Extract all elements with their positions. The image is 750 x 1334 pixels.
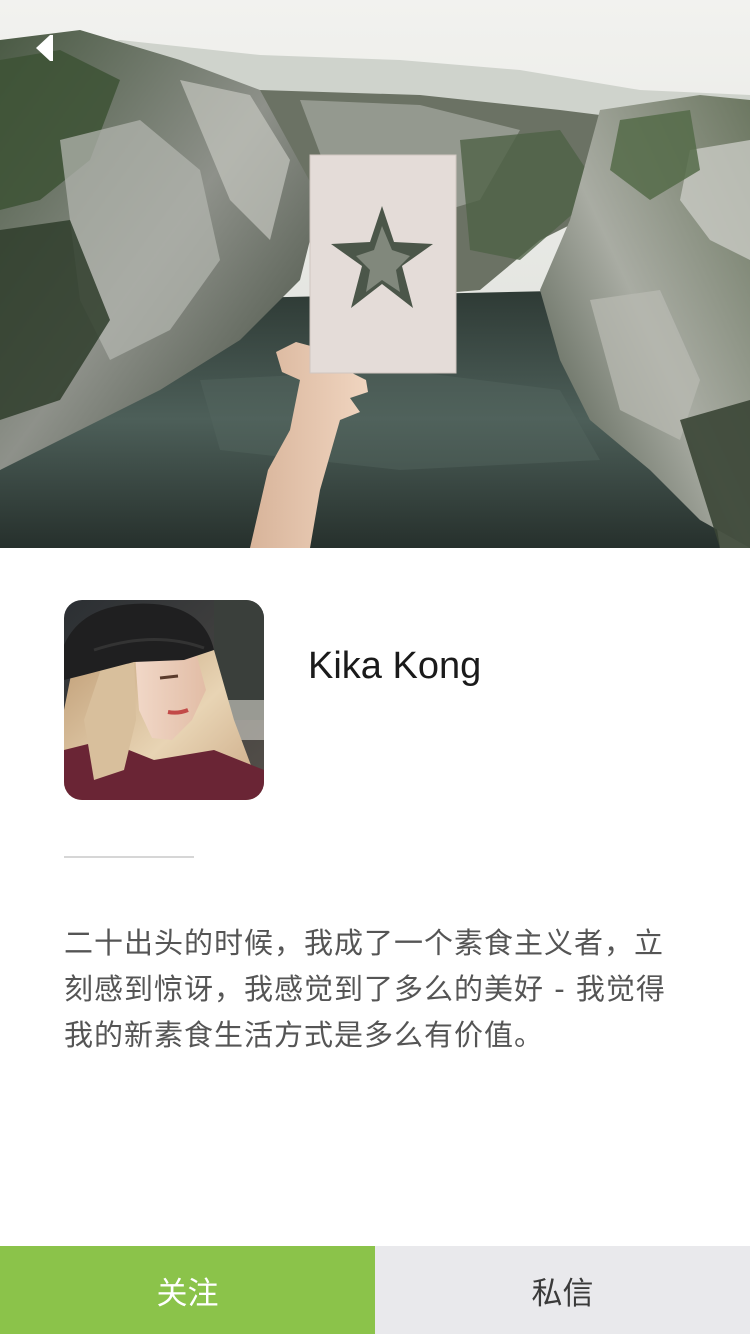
action-bar: 关注 私信 bbox=[0, 1246, 750, 1334]
profile-bio: 二十出头的时候，我成了一个素食主义者，立刻感到惊讶，我感觉到了多么的美好 - 我… bbox=[64, 926, 666, 1052]
hero-photo bbox=[0, 0, 750, 548]
back-bar bbox=[49, 35, 53, 61]
message-button[interactable]: 私信 bbox=[375, 1246, 750, 1334]
profile-name: Kika Kong bbox=[308, 645, 482, 687]
profile-page: Kika Kong 二十出头的时候，我成了一个素食主义者，立刻感到惊讶，我感觉到… bbox=[0, 0, 750, 1334]
landscape-photo bbox=[0, 0, 750, 548]
follow-button[interactable]: 关注 bbox=[0, 1246, 375, 1334]
divider bbox=[64, 856, 194, 858]
back-button[interactable] bbox=[26, 26, 70, 70]
chevron-left-icon bbox=[35, 35, 50, 61]
avatar-photo bbox=[64, 600, 264, 800]
avatar[interactable] bbox=[64, 600, 264, 800]
